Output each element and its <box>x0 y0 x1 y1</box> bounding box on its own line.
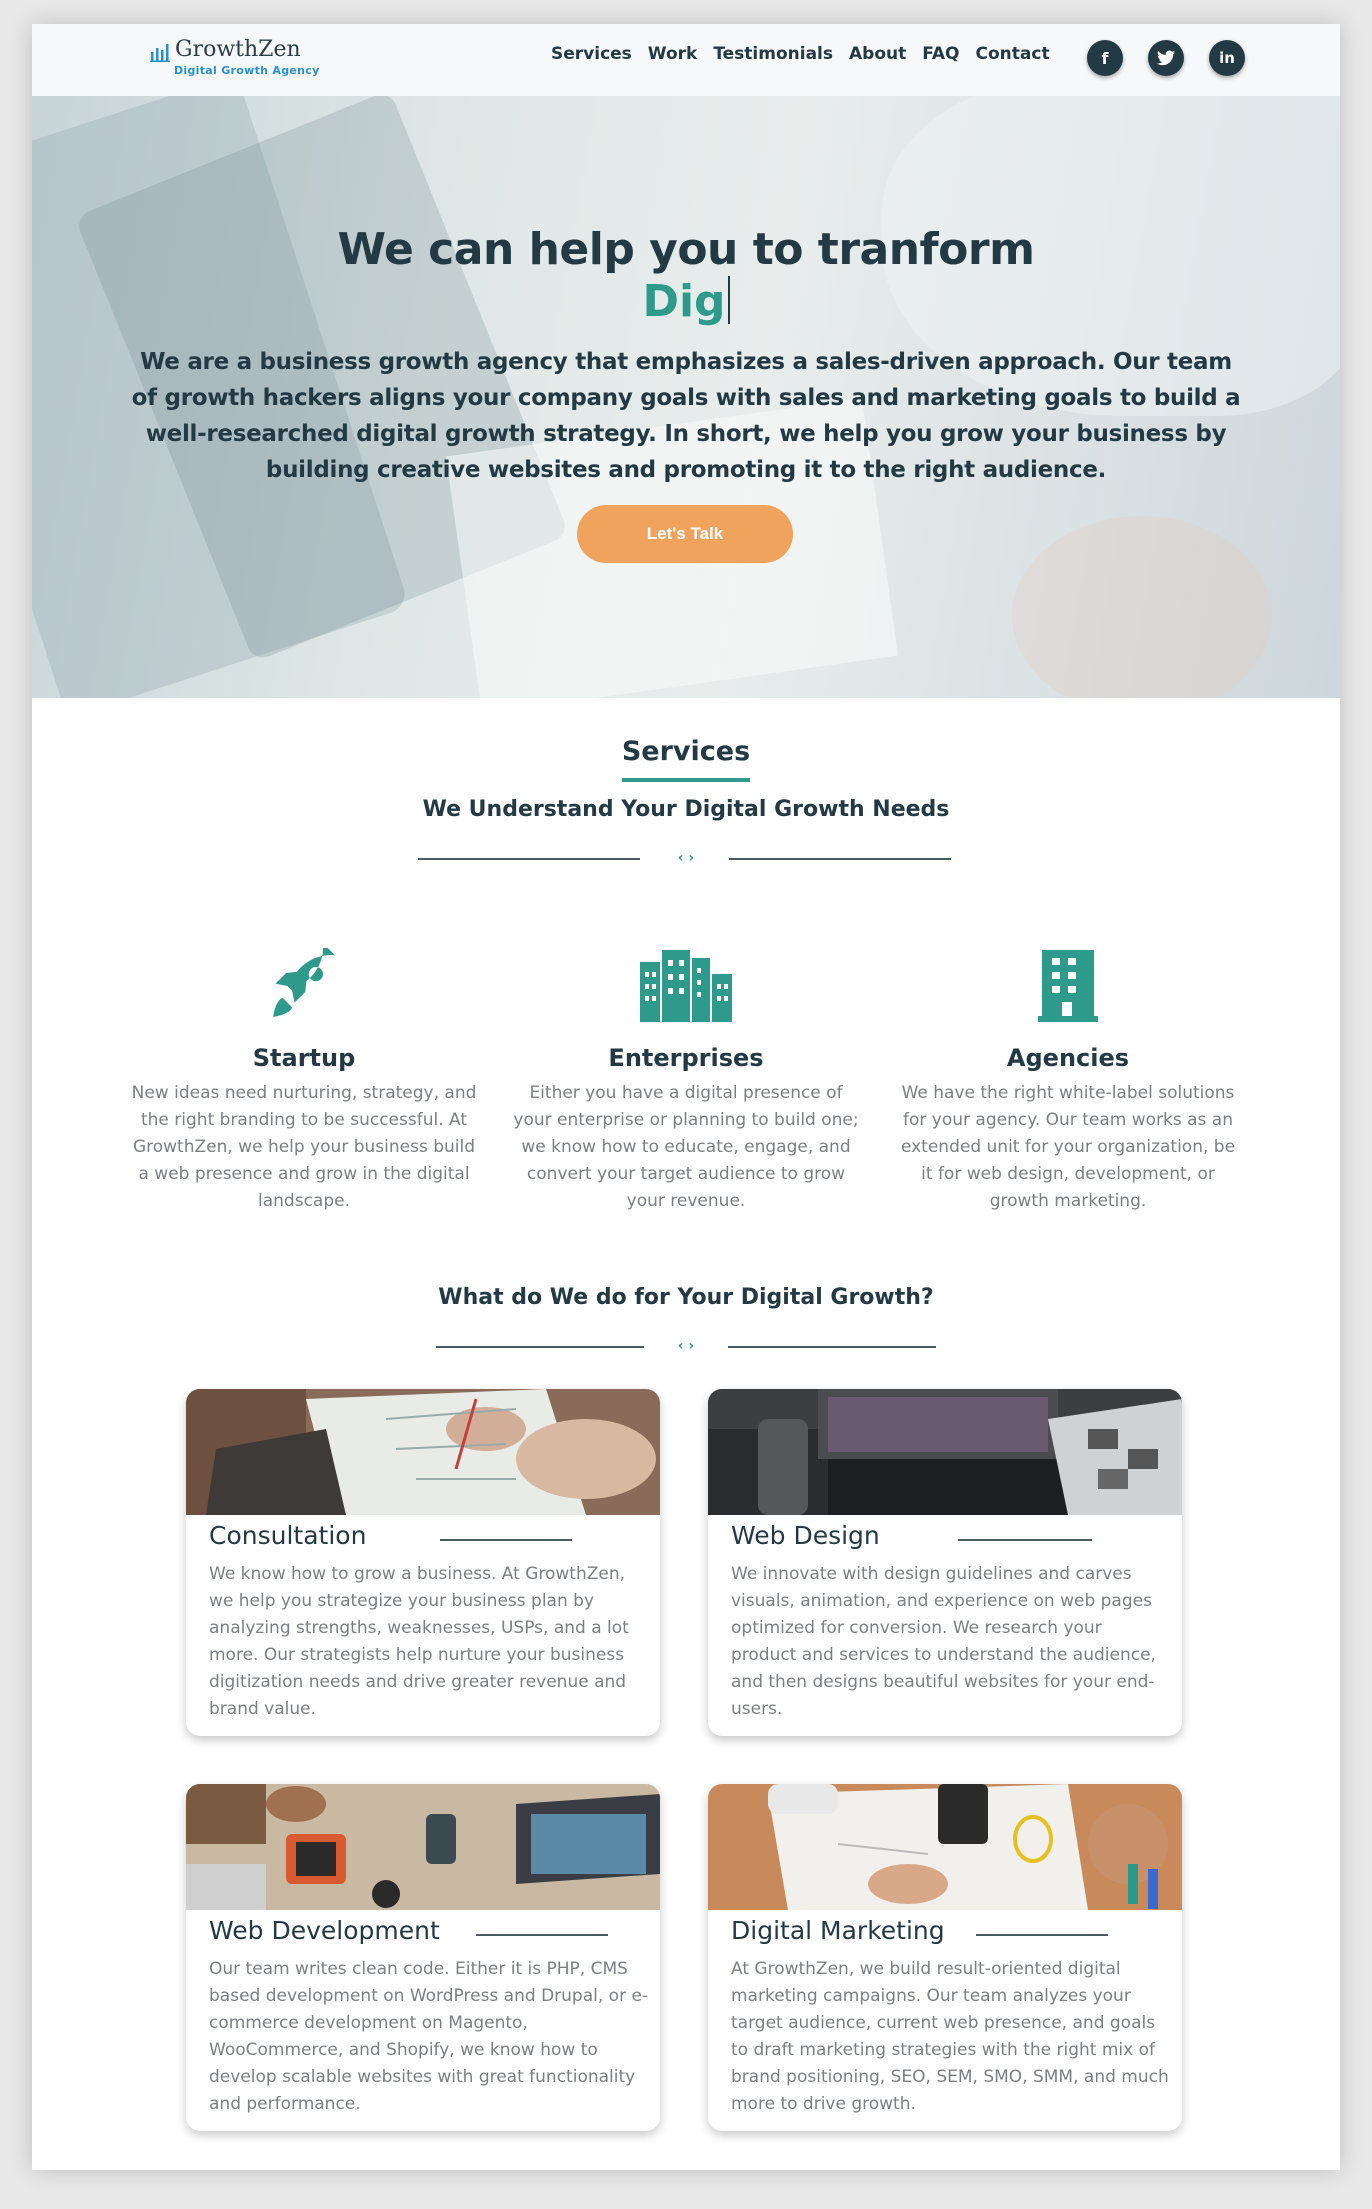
service-description: We have the right white-label solutions … <box>900 1083 1236 1211</box>
card-web-development[interactable]: Web Development Our team writes clean co… <box>186 1784 660 2131</box>
service-title: Agencies <box>1006 1044 1130 1072</box>
rocket-icon <box>129 944 479 1028</box>
hero-title: We can help you to tranform <box>337 224 1035 275</box>
divider-line-right <box>729 858 951 860</box>
lets-talk-button[interactable]: Let's Talk <box>577 505 793 563</box>
card-title-line <box>476 1934 608 1936</box>
card-title: Web Development <box>209 1916 440 1945</box>
logo-subtitle: Digital Growth Agency <box>174 64 320 77</box>
logo[interactable]: GrowthZen Digital Growth Agency <box>150 38 320 77</box>
hero-description: We are a business growth agency that emp… <box>131 349 1241 483</box>
logo-title: GrowthZen <box>175 37 301 62</box>
card-title: Web Design <box>731 1521 880 1550</box>
card-title: Consultation <box>209 1521 367 1550</box>
service-title: Startup <box>252 1044 356 1072</box>
service-title: Enterprises <box>608 1044 764 1072</box>
card-description: We innovate with design guidelines and c… <box>731 1564 1156 1719</box>
service-description: Either you have a digital presence of yo… <box>513 1083 859 1211</box>
code-brackets-icon: ‹ › <box>677 850 695 866</box>
card-description: Our team writes clean code. Either it is… <box>209 1959 649 2114</box>
digital-marketing-image <box>708 1784 1182 1910</box>
nav-testimonials[interactable]: Testimonials <box>713 44 833 64</box>
facebook-icon[interactable]: f <box>1087 40 1123 76</box>
web-design-image <box>708 1389 1182 1515</box>
site-header: GrowthZen Digital Growth Agency Services… <box>32 24 1340 96</box>
card-description: We know how to grow a business. At Growt… <box>209 1564 629 1719</box>
what-we-do-title: What do We do for Your Digital Growth? <box>438 1285 934 1310</box>
web-development-image <box>186 1784 660 1910</box>
bar-chart-logo-icon <box>150 44 170 62</box>
twitter-icon[interactable] <box>1148 40 1184 76</box>
nav-faq[interactable]: FAQ <box>922 44 959 64</box>
page-frame: GrowthZen Digital Growth Agency Services… <box>32 24 1340 2170</box>
services-title-underline <box>622 778 750 782</box>
typing-cursor <box>727 276 730 324</box>
city-buildings-icon <box>511 944 861 1028</box>
card-consultation[interactable]: Consultation We know how to grow a busin… <box>186 1389 660 1736</box>
code-brackets-icon: ‹ › <box>677 1338 695 1354</box>
card-title: Digital Marketing <box>731 1916 945 1945</box>
main-nav: Services Work Testimonials About FAQ Con… <box>551 44 1050 64</box>
office-building-icon <box>893 944 1243 1028</box>
card-title-line <box>976 1934 1108 1936</box>
divider-line-right <box>728 1346 936 1348</box>
card-digital-marketing[interactable]: Digital Marketing At GrowthZen, we build… <box>708 1784 1182 2131</box>
divider-line-left <box>418 858 640 860</box>
service-enterprises: Enterprises Either you have a digital pr… <box>511 944 861 1215</box>
service-agencies: Agencies We have the right white-label s… <box>893 944 1243 1215</box>
nav-contact[interactable]: Contact <box>976 44 1050 64</box>
card-title-line <box>440 1539 572 1541</box>
service-description: New ideas need nurturing, strategy, and … <box>131 1083 477 1211</box>
linkedin-icon[interactable]: in <box>1209 40 1245 76</box>
card-title-line <box>958 1539 1092 1541</box>
service-startup: Startup New ideas need nurturing, strate… <box>129 944 479 1215</box>
card-description: At GrowthZen, we build result-oriented d… <box>731 1959 1169 2114</box>
nav-about[interactable]: About <box>849 44 906 64</box>
divider-line-left <box>436 1346 644 1348</box>
services-title: Services <box>621 736 751 767</box>
nav-services[interactable]: Services <box>551 44 632 64</box>
nav-work[interactable]: Work <box>648 44 698 64</box>
hero-typed-text: Dig <box>32 276 1340 327</box>
consultation-image <box>186 1389 660 1515</box>
card-web-design[interactable]: Web Design We innovate with design guide… <box>708 1389 1182 1736</box>
hand-shape <box>1012 516 1272 698</box>
services-subtitle: We Understand Your Digital Growth Needs <box>422 797 950 822</box>
hero-section: We can help you to tranform Dig We are a… <box>32 96 1340 698</box>
